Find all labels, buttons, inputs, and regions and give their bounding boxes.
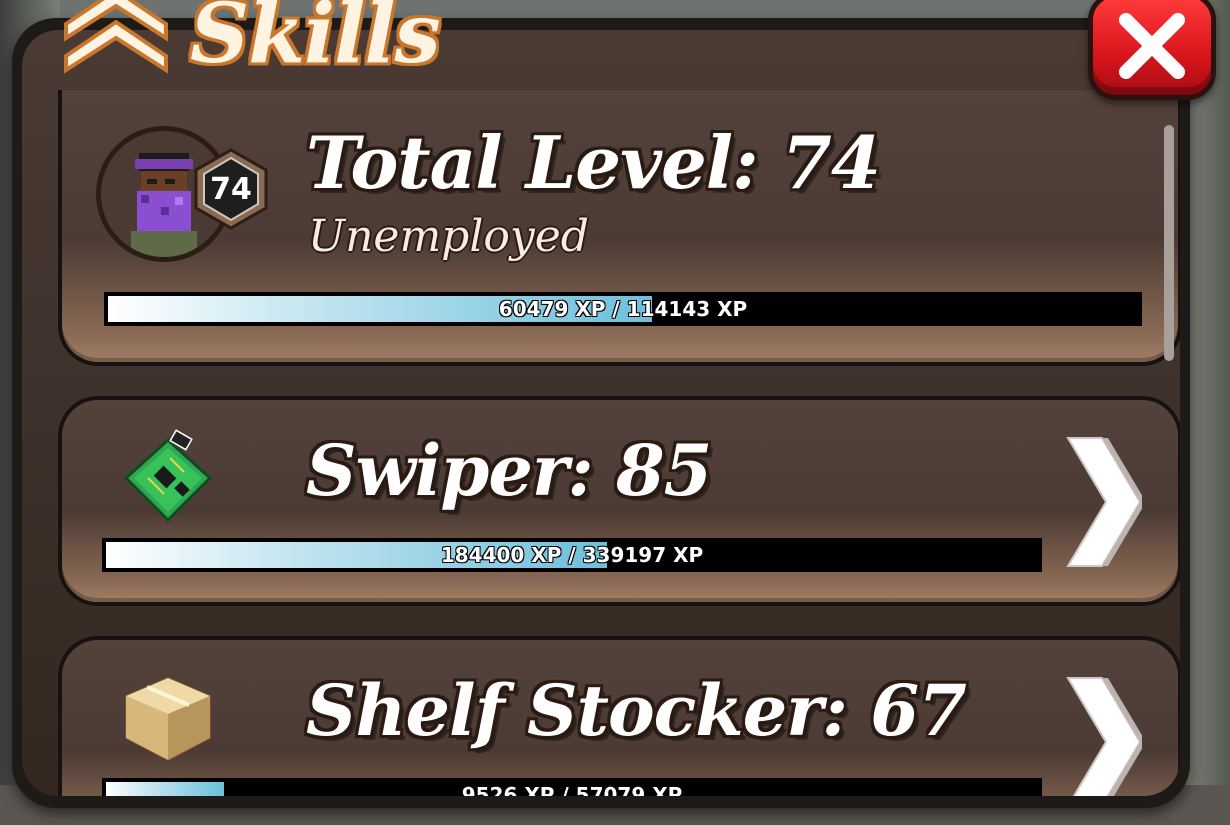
chevron-right-icon[interactable] <box>1062 434 1142 570</box>
close-icon <box>1119 13 1185 79</box>
total-level-card: 74 Total Level: 74 Unemployed 60479 XP /… <box>58 90 1180 366</box>
job-title: Unemployed <box>308 211 589 262</box>
close-button[interactable] <box>1088 0 1216 100</box>
skill-heading-shelf-stocker: Shelf Stocker: 67 <box>306 669 967 752</box>
skills-panel-inner: 74 Total Level: 74 Unemployed 60479 XP /… <box>22 30 1180 796</box>
total-xp-bar: 60479 XP / 114143 XP <box>104 292 1142 326</box>
chevron-right-icon[interactable] <box>1062 674 1142 796</box>
skills-panel: 74 Total Level: 74 Unemployed 60479 XP /… <box>12 18 1190 808</box>
skill-xp-bar-swiper: 184400 XP / 339197 XP <box>102 538 1042 572</box>
skill-card-shelf-stocker[interactable]: Shelf Stocker: 67 9526 XP / 57079 XP <box>58 636 1180 796</box>
cardboard-box-icon <box>125 676 211 762</box>
skill-xp-text-swiper: 184400 XP / 339197 XP <box>440 543 704 567</box>
panel-title-bar: Skills <box>62 0 441 86</box>
skill-card-swiper[interactable]: Swiper: 85 184400 XP / 339197 XP <box>58 396 1180 606</box>
total-xp-text: 60479 XP / 114143 XP <box>498 297 748 321</box>
double-chevron-up-icon[interactable] <box>62 0 170 76</box>
level-badge-number: 74 <box>210 171 252 207</box>
skill-xp-bar-shelf-stocker: 9526 XP / 57079 XP <box>102 778 1042 796</box>
skill-heading-swiper: Swiper: 85 <box>306 429 712 512</box>
circuit-board-icon <box>123 429 213 523</box>
page-title: Skills <box>190 0 441 82</box>
skill-xp-text-shelf-stocker: 9526 XP / 57079 XP <box>461 783 683 796</box>
total-level-heading: Total Level: 74 <box>306 120 881 205</box>
scrollbar-thumb[interactable] <box>1164 125 1174 361</box>
